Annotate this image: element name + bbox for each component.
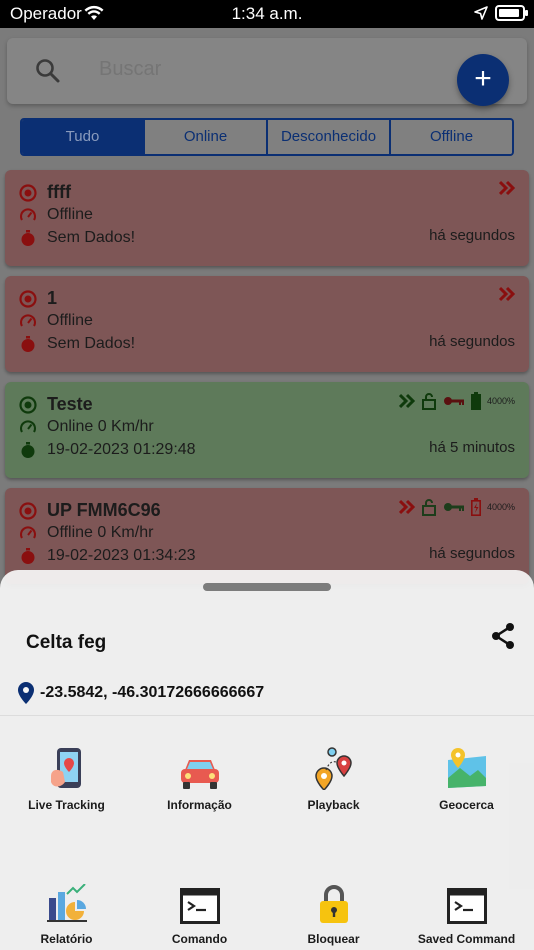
playback-pins-icon xyxy=(314,747,352,790)
double-chevron-icon xyxy=(499,286,515,302)
command-button[interactable]: Comando xyxy=(133,866,266,946)
unlock-icon xyxy=(421,393,436,410)
battery-icon xyxy=(495,5,528,21)
tab-online[interactable]: Online xyxy=(145,120,268,154)
action-label: Playback xyxy=(307,798,360,812)
key-icon xyxy=(443,397,464,405)
divider xyxy=(0,715,534,716)
device-name: ffff xyxy=(47,182,71,202)
tab-desconhecido[interactable]: Desconhecido xyxy=(268,120,391,154)
stopwatch-icon xyxy=(21,336,35,352)
action-label: Comando xyxy=(171,932,228,946)
coordinates-text: -23.5842, -46.30172666666667 xyxy=(40,684,265,701)
information-button[interactable]: Informação xyxy=(133,732,266,812)
search-input[interactable] xyxy=(99,58,419,81)
action-label: Geocerca xyxy=(439,798,494,812)
last-update: há segundos xyxy=(429,227,515,244)
speedometer-icon xyxy=(20,526,36,539)
action-label: Bloquear xyxy=(307,932,360,946)
add-device-button[interactable]: + xyxy=(457,54,509,106)
coordinates-row[interactable]: -23.5842, -46.30172666666667 xyxy=(18,682,264,704)
double-chevron-icon xyxy=(398,393,415,409)
device-card[interactable]: 1 Offline Sem Dados! há segundos xyxy=(5,276,529,372)
action-label: Saved Command xyxy=(417,932,516,946)
tab-offline[interactable]: Offline xyxy=(391,120,512,154)
saved-command-terminal-icon xyxy=(446,888,487,924)
playback-button[interactable]: Playback xyxy=(267,732,400,812)
device-info: 19-02-2023 01:34:23 xyxy=(47,547,196,564)
speedometer-icon xyxy=(20,208,36,221)
action-label: Live Tracking xyxy=(28,798,105,812)
status-dot-icon xyxy=(19,395,37,414)
live-tracking-icon xyxy=(50,748,81,788)
device-actions-sheet: Celta feg -23.5842, -46.30172666666667 L… xyxy=(0,570,534,950)
stopwatch-icon xyxy=(21,442,35,458)
last-update: há segundos xyxy=(429,333,515,350)
geofence-map-icon xyxy=(447,748,486,788)
unlock-icon xyxy=(421,499,436,516)
lock-button[interactable]: Bloquear xyxy=(267,866,400,946)
live-tracking-button[interactable]: Live Tracking xyxy=(0,732,133,812)
report-chart-icon xyxy=(46,884,87,922)
filter-tabs: Tudo Online Desconhecido Offline xyxy=(20,118,514,156)
action-label: Relatório xyxy=(40,932,93,946)
device-name: UP FMM6C96 xyxy=(47,500,161,520)
tab-tudo[interactable]: Tudo xyxy=(22,120,145,154)
sheet-drag-handle[interactable] xyxy=(203,583,331,591)
device-card[interactable]: Teste Online 0 Km/hr 19-02-2023 01:29:48… xyxy=(5,382,529,478)
device-card[interactable]: ffff Offline Sem Dados! há segundos xyxy=(5,170,529,266)
location-arrow-icon xyxy=(474,6,488,20)
saved-command-button[interactable]: Saved Command xyxy=(400,866,533,946)
battery-percent: 4000% xyxy=(486,502,515,512)
search-bar[interactable]: + xyxy=(7,38,527,106)
speedometer-icon xyxy=(20,314,36,327)
device-name: 1 xyxy=(47,288,58,308)
report-button[interactable]: Relatório xyxy=(0,866,133,946)
device-status: Online 0 Km/hr xyxy=(47,418,154,435)
clock: 1:34 a.m. xyxy=(231,4,303,23)
action-label: Informação xyxy=(167,798,232,812)
terminal-icon xyxy=(179,888,220,924)
double-chevron-icon xyxy=(398,499,415,515)
lock-icon xyxy=(319,885,348,923)
device-info: Sem Dados! xyxy=(47,229,136,246)
stopwatch-icon xyxy=(21,548,35,564)
status-dot-icon xyxy=(19,183,37,202)
car-icon xyxy=(180,760,219,789)
last-update: há 5 minutos xyxy=(429,439,515,456)
battery-level-icon xyxy=(470,392,481,410)
map-pin-icon xyxy=(18,682,34,704)
share-icon[interactable] xyxy=(490,622,516,650)
geofence-button[interactable]: Geocerca xyxy=(400,732,533,812)
speedometer-icon xyxy=(20,420,36,433)
device-status: Offline 0 Km/hr xyxy=(47,524,154,541)
key-icon xyxy=(443,503,464,511)
stopwatch-icon xyxy=(21,230,35,246)
device-status: Offline xyxy=(47,312,93,329)
status-bar: Operador 1:34 a.m. xyxy=(0,0,534,28)
last-update: há segundos xyxy=(429,545,515,562)
double-chevron-icon xyxy=(499,180,515,196)
search-icon xyxy=(36,59,60,83)
status-dot-icon xyxy=(19,501,37,520)
device-info: 19-02-2023 01:29:48 xyxy=(47,441,196,458)
battery-percent: 4000% xyxy=(486,396,515,406)
device-status: Offline xyxy=(47,206,93,223)
battery-charging-icon xyxy=(470,498,481,516)
status-dot-icon xyxy=(19,289,37,308)
sheet-title: Celta feg xyxy=(26,632,107,653)
device-info: Sem Dados! xyxy=(47,335,136,352)
device-name: Teste xyxy=(47,394,93,414)
